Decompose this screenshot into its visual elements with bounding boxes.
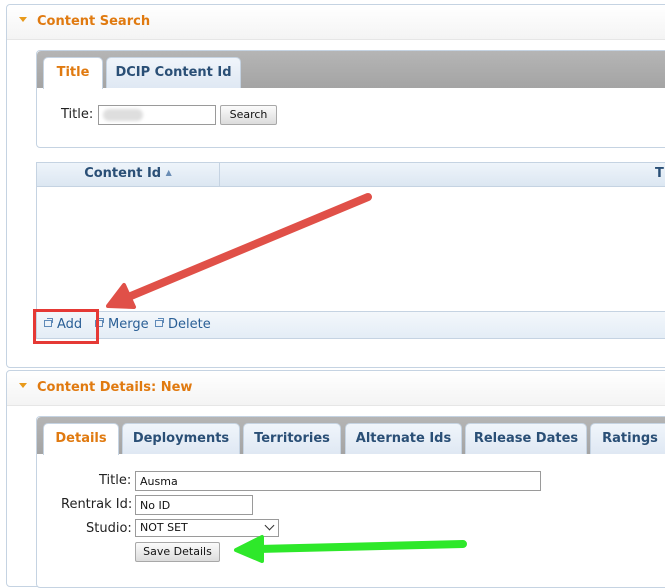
grid-body <box>37 187 665 311</box>
studio-select[interactable]: NOT SET <box>135 519 279 537</box>
content-search-title: Content Search <box>37 14 151 29</box>
content-grid: Content Id ▲ T Add Merge Delete <box>36 162 665 339</box>
save-details-button[interactable]: Save Details <box>135 542 220 562</box>
merge-button[interactable]: Merge <box>95 312 149 338</box>
column-label-content-id: Content Id <box>84 166 162 181</box>
tab-dcip-content-id[interactable]: DCIP Content Id <box>106 57 241 88</box>
highlight-box <box>33 309 99 344</box>
search-title-label: Title: <box>61 107 94 122</box>
tab-release-dates[interactable]: Release Dates <box>465 423 587 454</box>
delete-label: Delete <box>168 317 211 332</box>
content-search-panel: Content Search Title DCIP Content Id Tit… <box>6 4 665 368</box>
tab-details[interactable]: Details <box>43 423 119 455</box>
grid-footer: Add Merge Delete <box>37 311 665 338</box>
studio-selected-value: NOT SET <box>140 521 188 534</box>
collapse-caret-icon[interactable] <box>19 383 27 388</box>
search-tabs: Title DCIP Content Id Title: Search <box>36 50 665 148</box>
delete-button[interactable]: Delete <box>155 312 211 338</box>
content-details-header[interactable]: Content Details: New <box>7 371 665 406</box>
details-title-label: Title: <box>99 473 132 488</box>
tab-title[interactable]: Title <box>43 57 103 89</box>
grid-header: Content Id ▲ T <box>37 163 665 187</box>
merge-label: Merge <box>108 317 149 332</box>
studio-label: Studio: <box>86 521 132 536</box>
content-search-header[interactable]: Content Search <box>7 5 665 40</box>
chevron-down-icon <box>264 520 275 531</box>
details-title-input[interactable] <box>135 471 541 491</box>
delete-icon <box>155 318 164 327</box>
content-details-panel: Content Details: New Details Deployments… <box>6 370 665 588</box>
sort-ascending-icon: ▲ <box>165 168 172 177</box>
blurred-text-redaction <box>103 109 143 121</box>
search-button[interactable]: Search <box>220 105 277 125</box>
column-header-t[interactable]: T <box>655 163 665 186</box>
tab-territories[interactable]: Territories <box>243 423 341 454</box>
tab-ratings[interactable]: Ratings <box>590 423 665 454</box>
column-header-content-id[interactable]: Content Id ▲ <box>37 163 220 186</box>
collapse-caret-icon[interactable] <box>19 17 27 22</box>
tab-alternate-ids[interactable]: Alternate Ids <box>345 423 462 454</box>
rentrak-id-input[interactable] <box>135 495 253 515</box>
details-tabs: Details Deployments Territories Alternat… <box>36 416 665 588</box>
content-details-title: Content Details: New <box>37 380 193 395</box>
rentrak-id-label: Rentrak Id: <box>61 497 133 512</box>
tab-deployments[interactable]: Deployments <box>122 423 240 454</box>
